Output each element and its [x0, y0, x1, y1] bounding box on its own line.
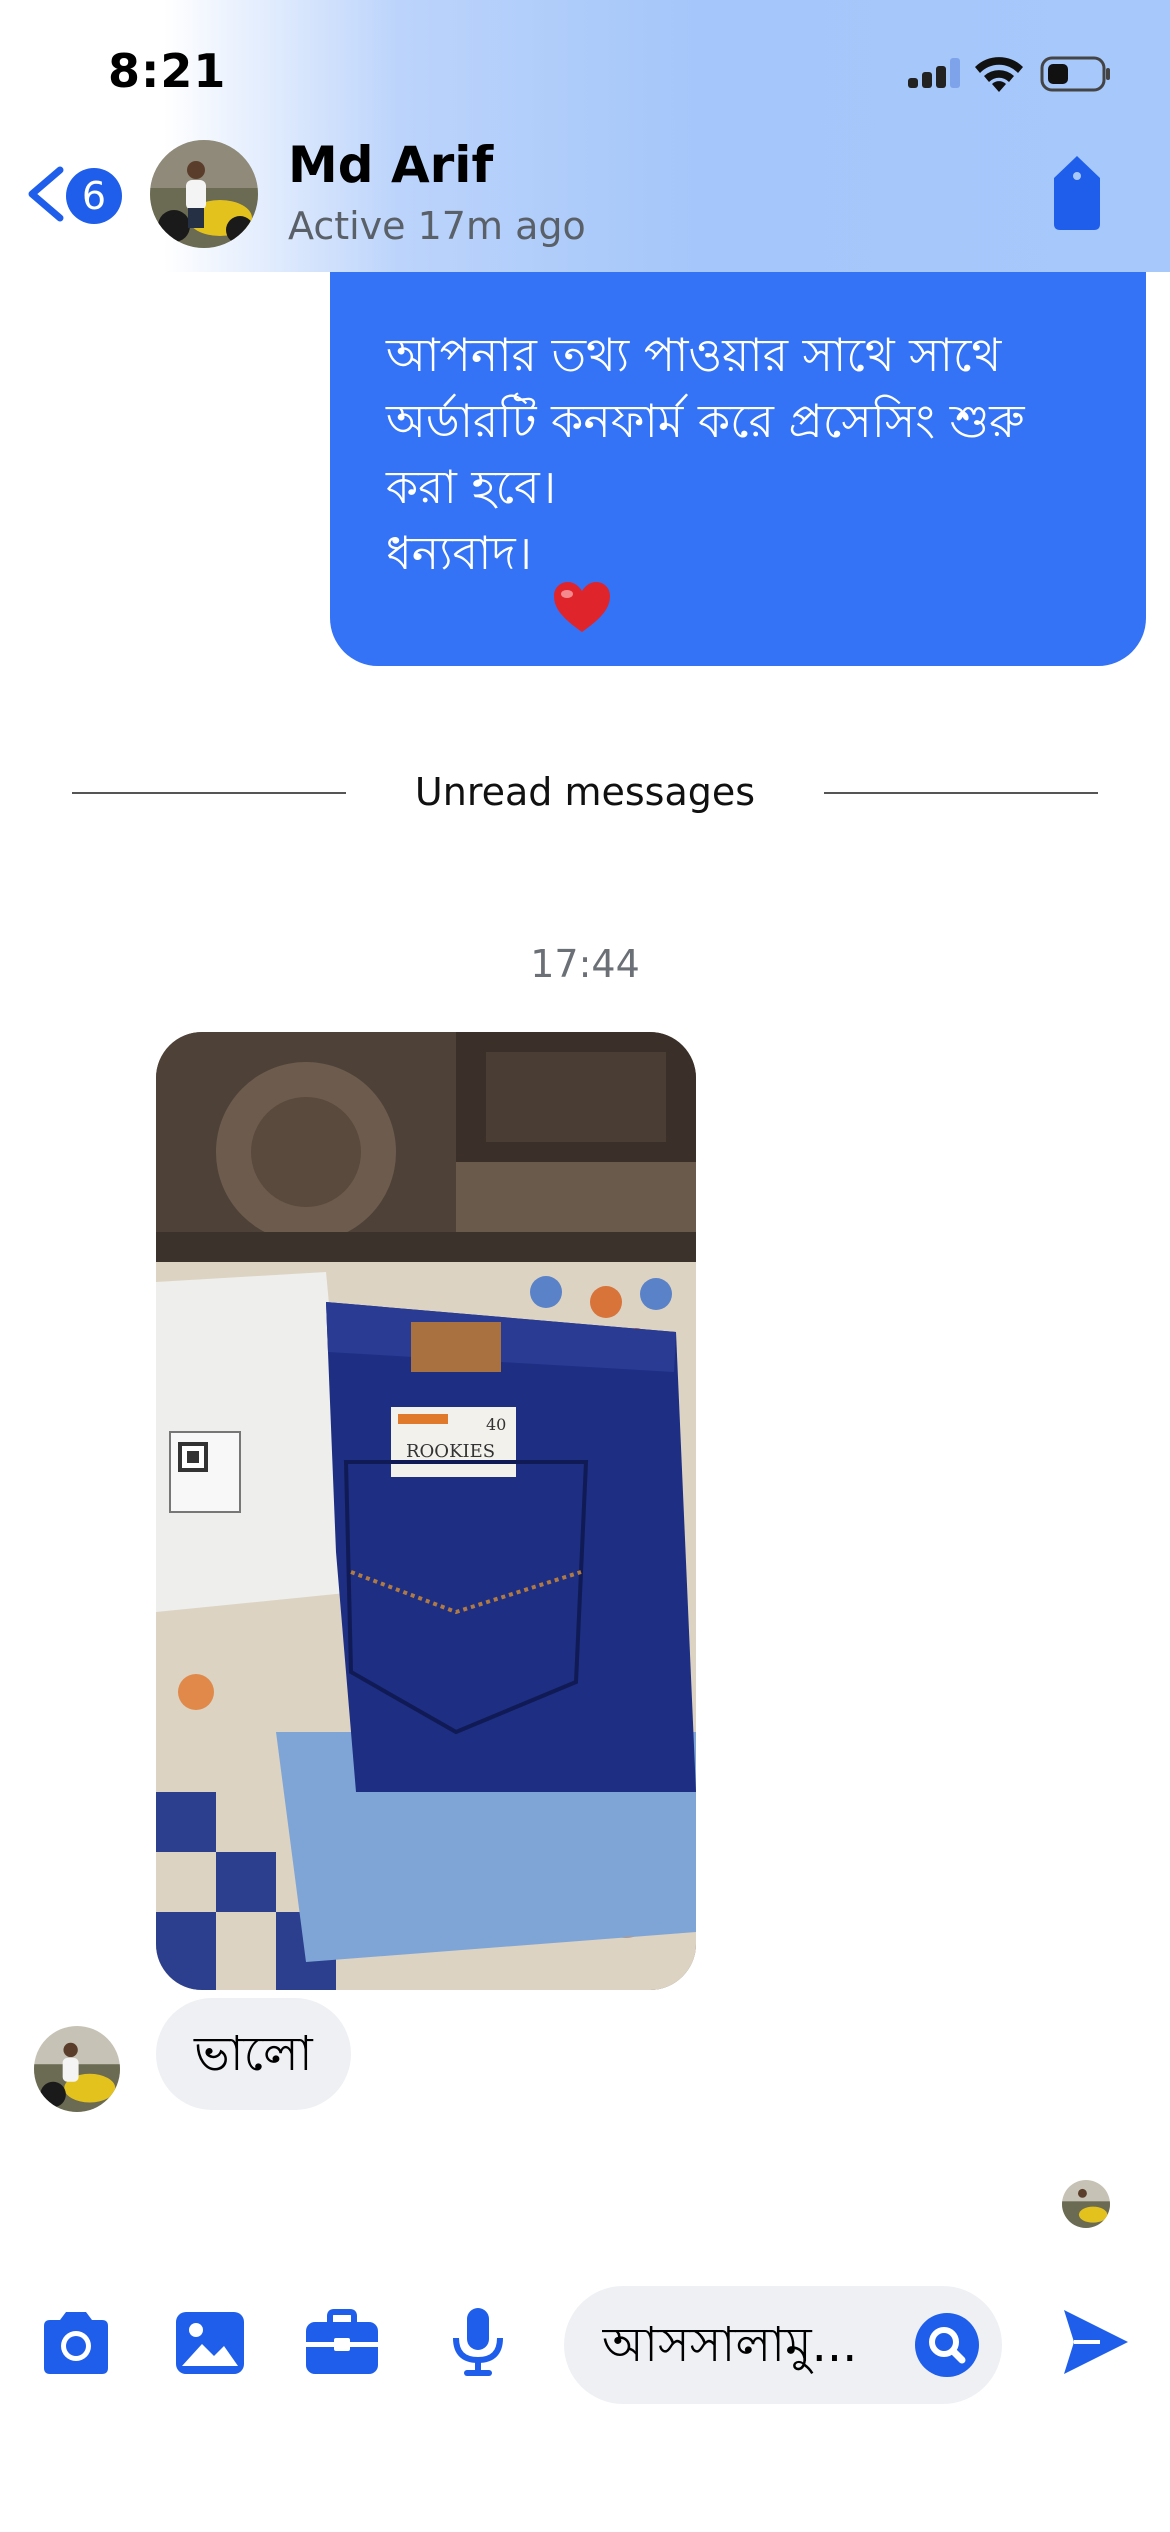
- battery-icon: [1040, 56, 1110, 92]
- contact-active-status: Active 17m ago: [288, 204, 586, 248]
- message-timestamp: 17:44: [530, 942, 640, 986]
- message-input-text: আসসালামু...: [602, 2317, 858, 2373]
- svg-text:40: 40: [486, 1415, 506, 1434]
- chat-header: 8:21 6 Md Arif Active 17m ago: [0, 0, 1170, 272]
- image-icon[interactable]: [172, 2308, 248, 2378]
- camera-icon[interactable]: [38, 2308, 114, 2378]
- unread-count-badge: 6: [66, 168, 122, 224]
- message-line: আপনার তথ্য পাওয়ার সাথে সাথে: [386, 328, 1002, 382]
- sender-avatar[interactable]: [34, 2026, 120, 2112]
- chevron-left-icon: [28, 166, 64, 222]
- divider-line: [72, 792, 346, 794]
- message-line: করা হবে।: [386, 460, 557, 514]
- tag-icon[interactable]: [1046, 152, 1108, 232]
- divider-line: [824, 792, 1098, 794]
- search-icon[interactable]: [914, 2312, 980, 2378]
- svg-text:ROOKIES: ROOKIES: [406, 1441, 495, 1462]
- photo-message[interactable]: ROOKIES 40: [156, 1032, 696, 1990]
- message-line: ধন্যবাদ।: [386, 526, 533, 580]
- unread-messages-label: Unread messages: [414, 770, 756, 814]
- seen-indicator-avatar: [1062, 2180, 1110, 2228]
- cellular-signal-icon: [908, 58, 960, 88]
- message-input[interactable]: আসসালামু...: [564, 2286, 1002, 2404]
- wifi-icon: [975, 57, 1023, 92]
- photo-of-jeans: ROOKIES 40: [156, 1032, 696, 1990]
- incoming-message-bubble[interactable]: ভালো: [156, 1998, 351, 2110]
- back-button[interactable]: 6: [22, 158, 132, 230]
- contact-avatar[interactable]: [150, 140, 258, 248]
- send-icon[interactable]: [1060, 2306, 1130, 2378]
- microphone-icon[interactable]: [440, 2308, 516, 2378]
- status-time: 8:21: [108, 44, 227, 98]
- contact-name[interactable]: Md Arif: [288, 136, 493, 194]
- briefcase-icon[interactable]: [304, 2308, 380, 2378]
- heart-emoji-icon: [554, 582, 610, 632]
- message-line: অর্ডারটি কনফার্ম করে প্রসেসিং শুরু: [386, 394, 1025, 448]
- outgoing-message-bubble[interactable]: আপনার তথ্য পাওয়ার সাথে সাথে অর্ডারটি কন…: [330, 260, 1146, 666]
